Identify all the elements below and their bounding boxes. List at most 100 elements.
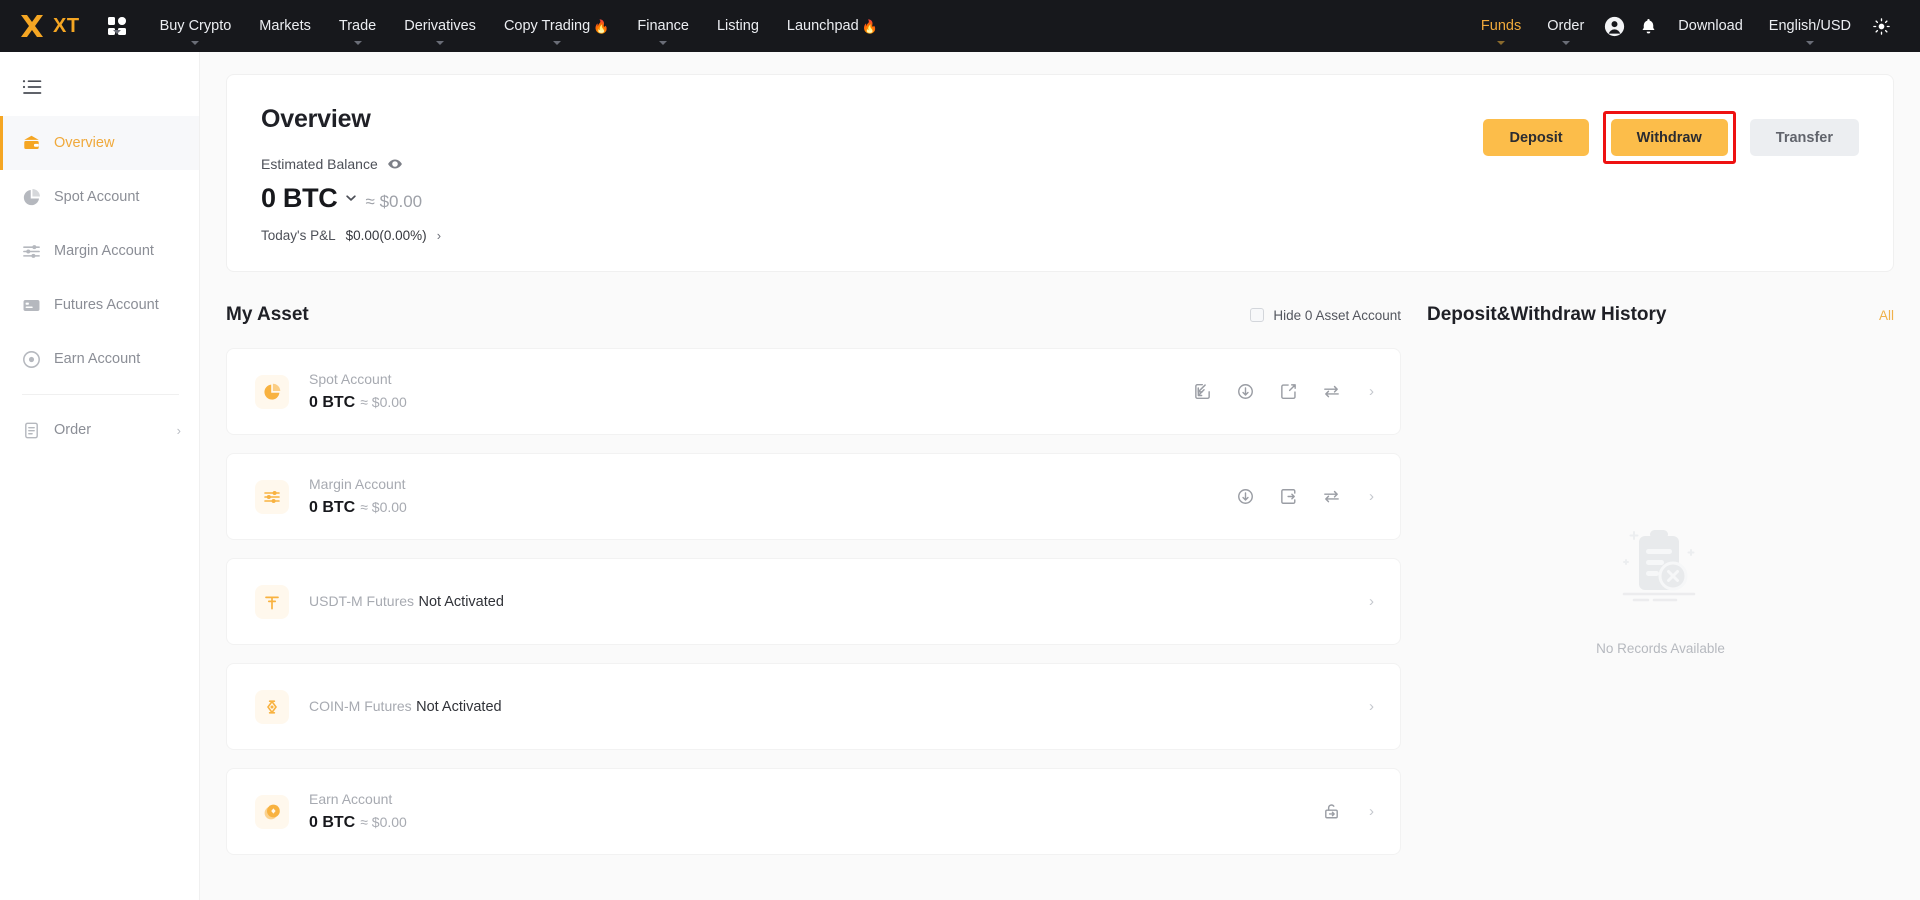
hide-zero-asset-checkbox[interactable] [1250, 308, 1265, 322]
history-all-link[interactable]: All [1879, 308, 1894, 323]
sliders-icon [22, 242, 41, 261]
deposit-icon[interactable] [1193, 382, 1212, 401]
chevron-down-icon [1561, 41, 1570, 45]
asset-name: Earn Account [309, 791, 393, 807]
sidebar-item-earn-account[interactable]: Earn Account [0, 332, 199, 386]
chevron-right-icon[interactable]: › [1369, 488, 1374, 505]
nav-item-download[interactable]: Download [1665, 0, 1756, 52]
asset-amount: 0 BTC [309, 394, 356, 411]
hide-zero-asset-toggle[interactable]: Hide 0 Asset Account [1250, 308, 1401, 323]
asset-value: 0 BTC ≈ $0.00 [309, 814, 407, 832]
sidebar-item-margin-account[interactable]: Margin Account [0, 224, 199, 278]
nav-label: Derivatives [404, 18, 476, 34]
sidebar-item-label: Overview [54, 135, 115, 151]
nav-label: Copy Trading [503, 18, 591, 34]
balance-approx-usd: ≈ $0.00 [365, 192, 423, 211]
empty-records-text: No Records Available [1596, 641, 1725, 656]
hide-zero-asset-label: Hide 0 Asset Account [1273, 307, 1401, 323]
earn-coin-icon [255, 794, 289, 829]
asset-info: COIN-M Futures Not Activated [309, 698, 502, 716]
chevron-right-icon[interactable]: › [1369, 698, 1374, 715]
chevron-down-icon [659, 41, 668, 45]
nav-item-buy-crypto[interactable]: Buy Crypto [146, 0, 246, 52]
buy-crypto-icon[interactable] [1236, 487, 1255, 506]
flame-icon: 🔥 [593, 18, 610, 34]
nav-item-derivatives[interactable]: Derivatives [390, 0, 490, 52]
asset-amount: 0 BTC [309, 499, 356, 516]
overview-action-buttons: Deposit Withdraw Transfer [1483, 105, 1859, 164]
buy-crypto-icon[interactable] [1236, 382, 1255, 401]
asset-name: USDT-M Futures [309, 592, 415, 609]
chevron-right-icon: › [176, 422, 181, 438]
sliders-icon [255, 479, 289, 514]
sidebar-item-spot-account[interactable]: Spot Account [0, 170, 199, 224]
asset-info: Margin Account 0 BTC ≈ $0.00 [309, 476, 407, 517]
nav-item-copy-trading[interactable]: Copy Trading 🔥 [490, 0, 623, 52]
nav-item-launchpad[interactable]: Launchpad 🔥 [773, 0, 892, 52]
page-title: Overview [261, 105, 371, 133]
user-avatar-icon[interactable] [1597, 0, 1631, 52]
asset-value: 0 BTC ≈ $0.00 [309, 499, 407, 517]
sidebar-item-overview[interactable]: Overview [0, 116, 199, 170]
chevron-down-icon [191, 41, 200, 45]
transfer-icon[interactable] [1322, 487, 1341, 506]
nav-label: English/USD [1768, 18, 1851, 34]
withdraw-icon[interactable] [1279, 382, 1298, 401]
grid-apps-icon[interactable] [102, 11, 132, 41]
chevron-right-icon[interactable]: › [1369, 803, 1374, 820]
order-clipboard-icon [22, 421, 41, 440]
nav-item-finance[interactable]: Finance [623, 0, 703, 52]
sidebar-item-futures-account[interactable]: Futures Account [0, 278, 199, 332]
brand-logo[interactable]: XT [18, 12, 80, 40]
estimated-balance-row: Estimated Balance [261, 156, 441, 172]
eye-visible-icon[interactable] [387, 156, 403, 172]
transfer-button[interactable]: Transfer [1749, 119, 1859, 156]
nav-item-trade[interactable]: Trade [325, 0, 390, 52]
borrow-icon[interactable] [1279, 487, 1298, 506]
history-header: Deposit&Withdraw History All [1427, 300, 1894, 330]
history-empty-state: No Records Available [1427, 520, 1894, 656]
nav-item-markets[interactable]: Markets [245, 0, 325, 52]
xt-logo-icon [18, 12, 46, 40]
todays-pnl-row[interactable]: Today's P&L $0.00(0.00%) › [261, 228, 441, 243]
chevron-down-icon [552, 41, 561, 45]
deposit-button[interactable]: Deposit [1483, 119, 1589, 156]
withdraw-button[interactable]: Withdraw [1610, 119, 1728, 156]
asset-approx: ≈ $0.00 [360, 814, 407, 830]
empty-records-icon [1606, 520, 1716, 621]
table-row[interactable]: COIN-M Futures Not Activated › [226, 663, 1401, 750]
overview-card-top: Overview Estimated Balance 0 BTC ≈ $0.00… [261, 105, 1859, 243]
nav-item-locale[interactable]: English/USD [1756, 0, 1864, 52]
table-row[interactable]: USDT-M Futures Not Activated › [226, 558, 1401, 645]
withdraw-button-highlight: Withdraw [1602, 111, 1736, 164]
theme-brightness-icon[interactable] [1864, 0, 1898, 52]
nav-item-funds[interactable]: Funds [1468, 0, 1534, 52]
chevron-down-icon[interactable] [344, 191, 358, 210]
history-title: Deposit&Withdraw History [1427, 304, 1667, 325]
flame-icon: 🔥 [861, 18, 878, 34]
nav-label: Trade [338, 18, 377, 34]
secondary-nav-items: Funds Order Download English/USD [1468, 0, 1898, 52]
row-actions: › [1365, 698, 1374, 715]
my-asset-header: My Asset Hide 0 Asset Account [226, 300, 1401, 330]
table-row[interactable]: Spot Account 0 BTC ≈ $0.00 › [226, 348, 1401, 435]
coin-futures-icon [255, 689, 289, 724]
transfer-icon[interactable] [1322, 382, 1341, 401]
redeem-icon[interactable] [1322, 802, 1341, 821]
nav-item-listing[interactable]: Listing [703, 0, 773, 52]
brand-name: XT [53, 14, 80, 37]
chevron-right-icon[interactable]: › [1369, 593, 1374, 610]
my-asset-title: My Asset [226, 304, 309, 325]
table-row[interactable]: Margin Account 0 BTC ≈ $0.00 › [226, 453, 1401, 540]
sidebar-item-order[interactable]: Order › [0, 403, 199, 457]
nav-item-order[interactable]: Order [1534, 0, 1597, 52]
chevron-down-icon [353, 41, 362, 45]
chevron-right-icon: › [436, 228, 442, 243]
table-row[interactable]: Earn Account 0 BTC ≈ $0.00 › [226, 768, 1401, 855]
chevron-right-icon[interactable]: › [1369, 383, 1374, 400]
notification-bell-icon[interactable] [1631, 0, 1665, 52]
row-actions: › [1322, 802, 1374, 821]
sidebar-collapse-icon[interactable] [22, 79, 42, 95]
deposit-withdraw-history-section: Deposit&Withdraw History All No Records … [1427, 300, 1894, 855]
sidebar: Overview Spot Account Margin Account Fut… [0, 52, 200, 900]
